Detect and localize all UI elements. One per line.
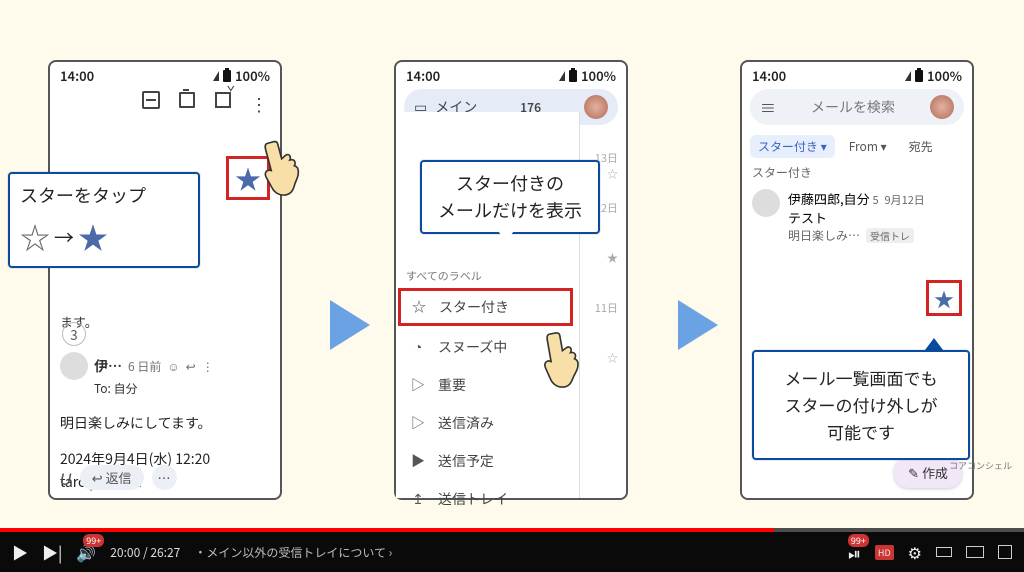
important-icon: ▷ bbox=[410, 375, 426, 395]
star-icon: ★ bbox=[934, 284, 954, 313]
callout-pointer bbox=[496, 228, 516, 242]
search-placeholder: メールを検索 bbox=[811, 97, 895, 117]
sender-name: 伊藤四郎,自分 bbox=[788, 189, 870, 208]
time-duration: 26:27 bbox=[150, 544, 180, 561]
star-icon: ★ bbox=[235, 160, 261, 197]
quality-badge[interactable]: HD bbox=[875, 545, 894, 560]
filter-chip-starred[interactable]: スター付き ▾ bbox=[750, 135, 835, 158]
brand-logo: コアコンシェル bbox=[949, 459, 1012, 472]
time-ago: 6 日前 bbox=[128, 358, 161, 375]
hamburger-icon[interactable]: ≡ bbox=[760, 95, 776, 119]
delete-icon[interactable] bbox=[178, 91, 196, 109]
callout-list-toggle: メール一覧画面でも スターの付け外しが 可能です bbox=[752, 350, 970, 460]
avatar bbox=[60, 352, 88, 380]
autoplay-toggle[interactable]: ⏯99+ bbox=[848, 540, 861, 564]
filter-chip-from[interactable]: From ▾ bbox=[841, 135, 895, 158]
scheduled-icon: ▶ bbox=[410, 451, 426, 471]
profile-avatar[interactable] bbox=[930, 95, 954, 119]
phone-screenshot-2: 14:00 100% ▭メイン 176 13日☆ 12日 ★ 11日 ☆ すべて… bbox=[394, 60, 628, 500]
callout-starred-only: スター付きのメールだけを表示 bbox=[420, 160, 600, 234]
list-star-highlight[interactable]: ★ bbox=[926, 280, 962, 316]
status-time: 14:00 bbox=[60, 66, 94, 85]
sender-name: 伊… bbox=[94, 356, 122, 376]
item-date: 9月12日 bbox=[884, 192, 924, 208]
clock-icon: ◔ bbox=[410, 337, 426, 357]
next-button[interactable]: ▶| bbox=[42, 540, 62, 564]
chapter-title[interactable]: ・メイン以外の受信トレイについて bbox=[194, 544, 386, 561]
inbox-pill: 受信トレ bbox=[866, 228, 914, 243]
search-bar[interactable]: ≡ メールを検索 bbox=[750, 89, 964, 125]
volume-button[interactable]: 🔊99+ bbox=[76, 540, 96, 564]
next-arrow-icon bbox=[678, 300, 718, 350]
archive-icon[interactable] bbox=[142, 91, 160, 109]
filter-chip-to[interactable]: 宛先 bbox=[901, 135, 941, 158]
phone-screenshot-1: 14:00 100% ★ ます。 3 伊… 6 日前 ☺ ↩ ⋮ To: 自分 bbox=[48, 60, 282, 500]
sent-icon: ▷ bbox=[410, 413, 426, 433]
miniplayer-icon[interactable] bbox=[936, 547, 952, 557]
outbox-icon: ↥ bbox=[410, 489, 426, 509]
mark-unread-icon[interactable] bbox=[214, 91, 232, 109]
item-subject: テスト bbox=[788, 208, 962, 227]
drawer-item-starred[interactable]: ☆スター付き bbox=[398, 288, 573, 326]
player-controls: ▶ ▶| 🔊99+ 20:00 / 26:27 ・メイン以外の受信トレイについて… bbox=[0, 532, 1024, 572]
email-body: 明日楽しみにしてます。 bbox=[60, 412, 270, 434]
drawer-item-sent[interactable]: ▷送信済み bbox=[396, 404, 579, 442]
reply-all-button[interactable]: ⋯ bbox=[152, 465, 177, 490]
attachment-icon[interactable]: 𝘜 bbox=[60, 466, 72, 490]
thread-count-badge: 3 bbox=[62, 322, 86, 346]
star-outline-icon: ☆ bbox=[411, 297, 427, 317]
next-arrow-icon bbox=[330, 300, 370, 350]
fullscreen-icon[interactable] bbox=[998, 545, 1012, 559]
drawer-item-scheduled[interactable]: ▶送信予定 bbox=[396, 442, 579, 480]
settings-icon[interactable]: ⚙ bbox=[908, 540, 922, 564]
item-preview: 明日楽しみ… bbox=[788, 227, 860, 244]
list-section-label: スター付き bbox=[742, 160, 972, 185]
status-battery: 100% bbox=[235, 66, 270, 85]
theater-icon[interactable] bbox=[966, 546, 984, 558]
avatar bbox=[752, 189, 780, 217]
callout-tap-star: スターをタップ ☆→★ bbox=[8, 172, 200, 268]
email-list-item[interactable]: 伊藤四郎,自分 5 9月12日 テスト 明日楽しみ…受信トレ bbox=[742, 185, 972, 248]
drawer-section-label: すべてのラベル bbox=[396, 264, 579, 286]
reply-button[interactable]: ↩ 返信 bbox=[80, 465, 144, 490]
to-field: To: 自分 bbox=[94, 380, 270, 397]
time-current: 20:00 bbox=[110, 544, 140, 561]
play-button[interactable]: ▶ bbox=[12, 540, 28, 564]
more-icon[interactable] bbox=[250, 91, 268, 109]
drawer-item-outbox[interactable]: ↥送信トレイ bbox=[396, 480, 579, 518]
